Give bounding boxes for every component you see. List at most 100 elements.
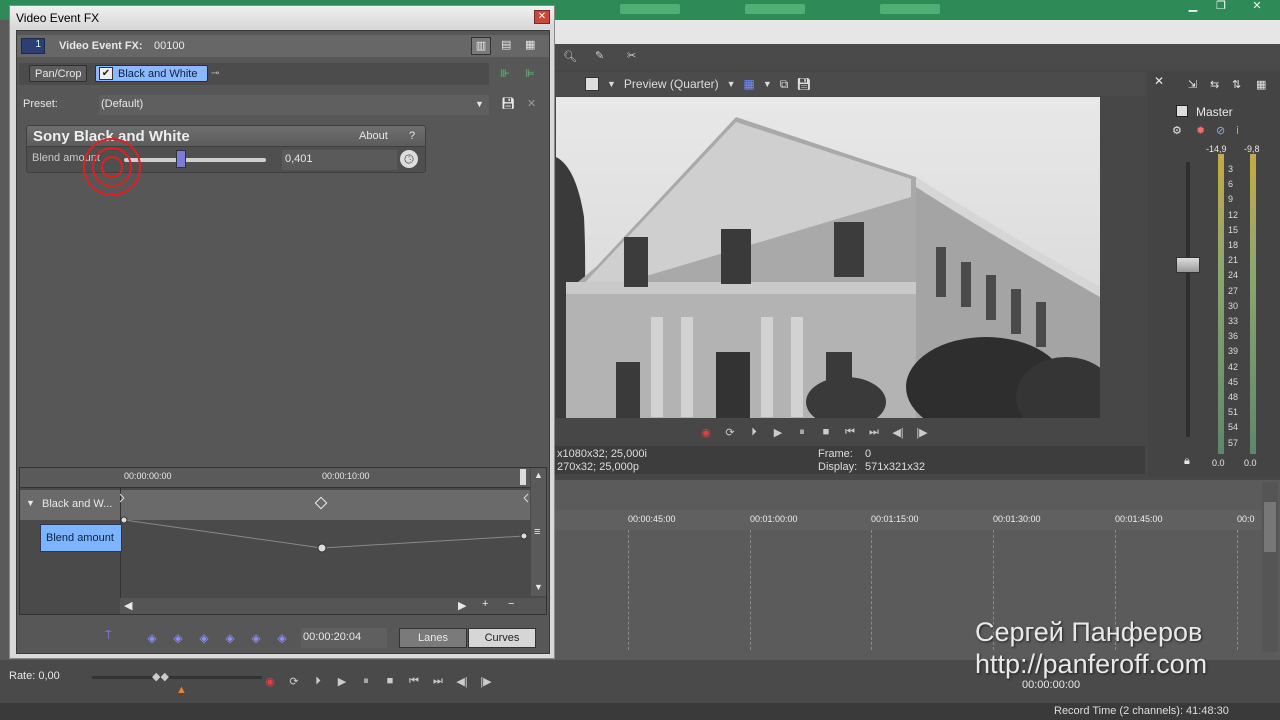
chevron-down-icon[interactable]: ▼: [475, 99, 484, 109]
delete-keyframe-icon[interactable]: ◈: [275, 631, 289, 645]
ruler-start: 00:00:00:00: [124, 471, 172, 481]
go-to-end-icon[interactable]: ⏭: [866, 425, 882, 439]
master-fader[interactable]: [1176, 257, 1200, 273]
rate-slider-thumb-icon[interactable]: ◆◆: [152, 670, 169, 683]
record-icon[interactable]: ◉: [698, 425, 714, 439]
next-frame-icon[interactable]: |▶: [914, 425, 930, 439]
scroll-right-icon[interactable]: ▶: [458, 599, 466, 612]
remove-plugin-icon[interactable]: ⊫: [525, 67, 535, 80]
zoom-icon[interactable]: 🔍︎: [563, 50, 577, 63]
go-to-end-icon[interactable]: ⏭: [430, 674, 446, 688]
chain-pan-crop[interactable]: Pan/Crop: [29, 65, 88, 82]
curves-button[interactable]: Curves: [468, 628, 536, 648]
master-icon: [1176, 105, 1188, 117]
lane-blend-amount[interactable]: Blend amount: [40, 524, 122, 552]
blend-amount-input[interactable]: 0,401: [282, 150, 397, 170]
timeline-tick-line: [871, 530, 872, 650]
play-from-start-icon[interactable]: ⏵: [746, 425, 762, 439]
app-close-icon[interactable]: ✕: [1246, 0, 1268, 14]
go-to-start-icon[interactable]: ⏮: [406, 674, 422, 688]
video-event-fx-window: Video Event FX ✕ 1 Video Event FX: 00100…: [9, 5, 555, 659]
grid-icon[interactable]: ▦: [744, 77, 755, 91]
collapse-icon[interactable]: ▼: [26, 498, 35, 508]
stop-icon[interactable]: ■: [382, 674, 398, 688]
sync-cursor-icon[interactable]: ⍑: [105, 630, 112, 643]
mixer-toolbar-icon[interactable]: ▦: [1256, 78, 1266, 91]
about-button[interactable]: About: [359, 130, 388, 142]
prev-frame-icon[interactable]: ◀|: [454, 674, 470, 688]
add-keyframe-icon[interactable]: ◈: [249, 631, 263, 645]
last-keyframe-icon[interactable]: ◈: [223, 631, 237, 645]
layout-grid-icon[interactable]: ▦: [525, 38, 535, 51]
blend-amount-slider-thumb[interactable]: [175, 150, 186, 168]
play-icon[interactable]: ▶: [770, 425, 786, 439]
playhead-icon[interactable]: [520, 469, 526, 485]
mixer-settings-icon[interactable]: ✹: [1196, 124, 1205, 137]
chevron-down-icon[interactable]: ▼: [727, 79, 736, 89]
meter-scale-label: 36: [1228, 331, 1239, 342]
loop-icon[interactable]: ⟳: [722, 425, 738, 439]
preview-settings-icon[interactable]: [585, 77, 599, 91]
scissors-icon[interactable]: ✂: [627, 49, 636, 62]
record-icon[interactable]: ◉: [262, 674, 278, 688]
zoom-out-icon[interactable]: −: [508, 598, 514, 610]
close-icon[interactable]: ✕: [534, 10, 550, 24]
mixer-fx-icon[interactable]: ⚙: [1172, 124, 1182, 137]
mixer-close-icon[interactable]: ✕: [1154, 74, 1164, 88]
chain-black-white[interactable]: ✔ Black and White: [95, 65, 208, 82]
chevron-down-icon[interactable]: ▼: [763, 79, 772, 89]
scroll-left-icon[interactable]: ◀: [124, 599, 132, 612]
layout-single-icon[interactable]: ▥: [471, 37, 491, 55]
lanes-button[interactable]: Lanes: [399, 628, 467, 648]
mixer-lock-icon[interactable]: 🔒︎: [1184, 455, 1190, 468]
delete-preset-icon[interactable]: ✕: [527, 97, 536, 110]
mixer-mute-icon[interactable]: ⊘: [1216, 124, 1225, 137]
save-snapshot-icon[interactable]: 💾︎: [796, 77, 811, 91]
meter-scale-label: 33: [1228, 316, 1239, 326]
pause-icon[interactable]: ⏸: [794, 425, 810, 439]
rate-slider[interactable]: [92, 676, 262, 679]
preset-dropdown[interactable]: (Default) ▼: [99, 95, 489, 115]
peak-left: -14,9: [1206, 144, 1227, 154]
scroll-down-icon[interactable]: ▼: [534, 582, 543, 592]
scroll-grip-icon[interactable]: ≡: [534, 526, 540, 538]
titlebar-blur: [880, 4, 940, 14]
mixer-solo-icon[interactable]: ⅰ: [1236, 124, 1239, 137]
prev-frame-icon[interactable]: ◀|: [890, 425, 906, 439]
keyframe-ruler[interactable]: 00:00:00:00 00:00:10:00: [20, 468, 530, 488]
first-keyframe-icon[interactable]: ◈: [145, 631, 159, 645]
next-frame-icon[interactable]: |▶: [478, 674, 494, 688]
mixer-toolbar-icon[interactable]: ⇆: [1210, 78, 1219, 91]
save-preset-icon[interactable]: 💾︎: [501, 97, 515, 110]
play-icon[interactable]: ▶: [334, 674, 350, 688]
pen-icon[interactable]: ✎: [595, 49, 604, 62]
prev-keyframe-icon[interactable]: ◈: [171, 631, 185, 645]
go-to-start-icon[interactable]: ⏮: [842, 425, 858, 439]
help-button[interactable]: ?: [409, 130, 415, 142]
scroll-up-icon[interactable]: ▲: [534, 470, 543, 480]
timeline-scroll-thumb[interactable]: [1264, 502, 1276, 552]
loop-icon[interactable]: ⟳: [286, 674, 302, 688]
minimize-icon[interactable]: ▁: [1182, 0, 1204, 14]
keyframe-hscroll[interactable]: ◀ ▶ + −: [120, 598, 546, 614]
next-keyframe-icon[interactable]: ◈: [197, 631, 211, 645]
chevron-down-icon[interactable]: ▼: [607, 79, 616, 89]
zoom-in-icon[interactable]: +: [482, 598, 488, 610]
stop-icon[interactable]: ■: [818, 425, 834, 439]
mixer-toolbar-icon[interactable]: ⇅: [1232, 78, 1241, 91]
copy-snapshot-icon[interactable]: ⧉: [780, 77, 789, 92]
mixer-toolbar-icon[interactable]: ⇲: [1188, 78, 1197, 91]
keyframe-vscroll[interactable]: ▲ ≡ ▼: [531, 468, 546, 596]
plugin-chain-icon[interactable]: ⊪: [500, 67, 510, 80]
play-from-start-icon[interactable]: ⏵: [310, 674, 326, 688]
preview-quality[interactable]: Preview (Quarter): [624, 77, 719, 91]
checkbox-checked-icon[interactable]: ✔: [99, 67, 113, 80]
timeline-ruler[interactable]: 00:00:45:00 00:01:00:00 00:01:15:00 00:01:3…: [555, 510, 1263, 650]
animate-clock-icon[interactable]: 🕓︎: [400, 150, 418, 168]
meter-scale-label: 15: [1228, 224, 1239, 235]
pause-icon[interactable]: ⏸: [358, 674, 374, 688]
layout-split-icon[interactable]: ▤: [501, 38, 511, 51]
keyframe-time-field[interactable]: 00:00:20:04: [301, 628, 387, 648]
keyframe-curve[interactable]: [120, 490, 530, 560]
maximize-icon[interactable]: ❐: [1210, 0, 1232, 14]
